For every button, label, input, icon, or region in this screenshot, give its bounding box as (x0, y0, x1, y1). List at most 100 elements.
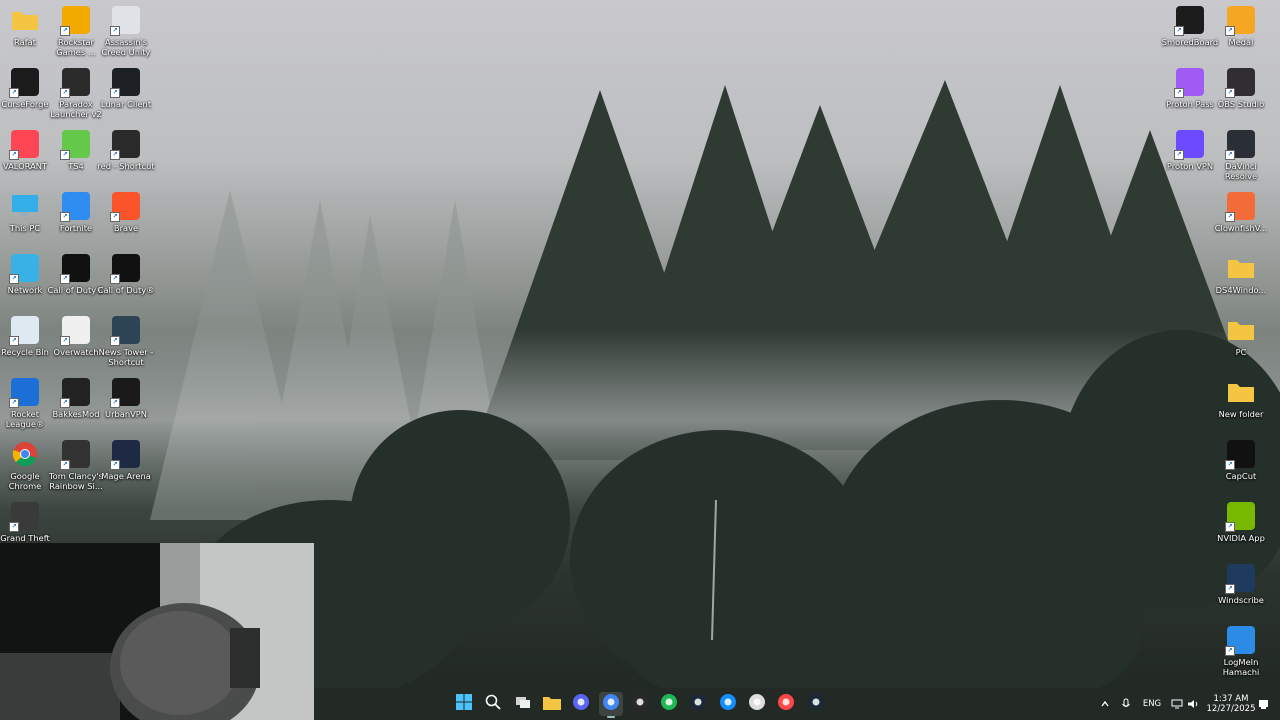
desktop-icon[interactable]: ↗ Proton Pass (1165, 64, 1215, 124)
desktop-icon-label: Proton Pass (1166, 99, 1214, 109)
desktop-icon[interactable]: PC (1216, 312, 1266, 372)
desktop-icon[interactable]: Rafat (0, 2, 50, 62)
hamachi-icon: ↗ (1225, 626, 1255, 656)
shortcut-arrow-icon: ↗ (110, 212, 120, 222)
epic-games-button[interactable] (628, 692, 652, 716)
discord-button[interactable] (569, 692, 593, 716)
desktop-icon[interactable]: ↗ ClownfishV... (1215, 188, 1267, 248)
desktop-icon[interactable]: ↗ Paradox Launcher v2 (50, 64, 102, 124)
battlenet-button[interactable] (716, 692, 740, 716)
desktop-icon[interactable]: New folder (1216, 374, 1266, 434)
shortcut-arrow-icon: ↗ (9, 150, 19, 160)
desktop-icon[interactable]: ↗ Medal (1216, 2, 1266, 62)
shortcut-arrow-icon: ↗ (60, 212, 70, 222)
desktop-icon[interactable]: ↗ Recycle Bin (0, 312, 50, 372)
desktop-icon[interactable]: ↗ Mage Arena (101, 436, 151, 496)
desktop-icon-label: Assassin's Creed Unity (101, 37, 151, 57)
desktop-icon[interactable]: ↗ Brave (101, 188, 151, 248)
desktop-icon[interactable]: ↗ Call of Duty® (48, 250, 104, 310)
desktop-icon[interactable]: ↗ NVIDIA App (1216, 498, 1266, 558)
shortcut-arrow-icon: ↗ (9, 522, 19, 532)
desktop-icon[interactable]: ↗ Call of Duty® (98, 250, 154, 310)
desktop-icon[interactable]: DS4Windo... (1216, 250, 1266, 310)
taskbar: ENG 1:37 AM 12/27/2025 (314, 688, 1280, 720)
chrome-icon (11, 440, 39, 468)
shortcut-arrow-icon: ↗ (1225, 26, 1235, 36)
desktop-icon[interactable]: ↗ Lunar Client (101, 64, 151, 124)
desktop-icon-label: Medal (1228, 37, 1254, 47)
chrome-button[interactable] (598, 692, 623, 718)
shortcut-arrow-icon: ↗ (60, 26, 70, 36)
gta-v-icon: ↗ (9, 502, 39, 532)
spotify-button[interactable] (657, 692, 681, 716)
desktop-icon-label: News Tower - Shortcut (98, 347, 154, 367)
desktop-icon[interactable]: ↗ Proton VPN (1165, 126, 1215, 186)
desktop-icon-label: LogMeIn Hamachi (1222, 657, 1260, 677)
file-explorer-button[interactable] (540, 692, 564, 716)
shortcut-arrow-icon: ↗ (110, 398, 120, 408)
desktop-icon[interactable]: ↗ Windscribe (1216, 560, 1266, 620)
desktop-icon[interactable]: This PC (0, 188, 50, 248)
shortcut-arrow-icon: ↗ (60, 336, 70, 346)
desktop-icon[interactable]: ↗ News Tower - Shortcut (99, 312, 153, 372)
desktop-icon[interactable]: ↗ CurseForge (0, 64, 50, 124)
steam-button-2[interactable] (804, 692, 828, 716)
search-icon (485, 694, 501, 714)
desktop-icon[interactable]: ↗ Assassin's Creed Unity (101, 2, 151, 62)
desktop-icon[interactable]: ↗ Rockstar Games ... (51, 2, 101, 62)
desktop-icon[interactable]: ↗ LogMeIn Hamachi (1216, 622, 1266, 682)
shortcut-arrow-icon: ↗ (9, 274, 19, 284)
steam-button[interactable] (686, 692, 710, 716)
desktop-icon[interactable]: ↗ BakkesMod (51, 374, 101, 434)
desktop-icon-label: CurseForge (1, 99, 49, 109)
shortcut-arrow-icon: ↗ (110, 150, 120, 160)
shortcut-arrow-icon: ↗ (1174, 26, 1184, 36)
desktop-icon[interactable]: ↗ CapCut (1216, 436, 1266, 496)
desktop-icon[interactable]: ↗ Tom Clancy's Rainbow Si... (49, 436, 103, 496)
desktop-icon[interactable]: ↗ red - Shortcut (97, 126, 155, 186)
medal-icon: ↗ (1225, 6, 1255, 36)
desktop-icon[interactable]: ↗ SmoredBoard (1162, 2, 1218, 62)
desktop-icon[interactable]: ↗ Network (0, 250, 50, 310)
ea-app-button[interactable] (774, 692, 798, 716)
clock[interactable]: 1:37 AM 12/27/2025 (1204, 688, 1258, 720)
proton-pass-icon: ↗ (1174, 68, 1204, 98)
microphone-icon[interactable] (1120, 688, 1132, 720)
folder-icon (1227, 378, 1255, 406)
desktop-icon[interactable]: ↗ Fortnite (51, 188, 101, 248)
app-button[interactable] (745, 692, 769, 716)
desktop-icon[interactable]: ↗ TS4 (51, 126, 101, 186)
shortcut-arrow-icon: ↗ (110, 88, 120, 98)
network-icon[interactable] (1170, 688, 1184, 720)
task-view-button[interactable] (511, 692, 535, 716)
shortcut-arrow-icon: ↗ (110, 26, 120, 36)
folder-icon (1227, 316, 1255, 344)
desktop-icon[interactable]: ↗ VALORANT (0, 126, 50, 186)
curseforge-icon: ↗ (9, 68, 39, 98)
shortcut-arrow-icon: ↗ (1225, 460, 1235, 470)
desktop-icon[interactable]: ↗ UrbanVPN (101, 374, 151, 434)
chrome-icon (602, 693, 620, 715)
language-indicator[interactable]: ENG (1140, 688, 1164, 720)
clownfish-icon: ↗ (1225, 192, 1255, 222)
show-hidden-icons-chevron-icon[interactable] (1099, 688, 1111, 720)
desktop-icon-label: Recycle Bin (1, 347, 49, 357)
windows-logo-icon (456, 694, 472, 714)
notifications-icon[interactable] (1256, 688, 1270, 720)
desktop-icon-label: Rocket League® (5, 409, 45, 429)
shortcut-arrow-icon: ↗ (1225, 88, 1235, 98)
volume-icon[interactable] (1186, 688, 1200, 720)
spotify-icon (660, 693, 678, 715)
desktop-icon[interactable]: ↗ Overwatch (51, 312, 101, 372)
desktop-icon[interactable]: Google Chrome (0, 436, 50, 496)
desktop-icon[interactable]: ↗ OBS Studio (1216, 64, 1266, 124)
desktop-icon[interactable]: ↗ Rocket League® (0, 374, 50, 434)
lunar-client-icon: ↗ (110, 68, 140, 98)
search-button[interactable] (481, 692, 505, 716)
desktop-icon-label: CapCut (1225, 471, 1257, 481)
start-button[interactable] (452, 692, 476, 716)
desktop-icon[interactable]: ↗ DaVinci Resolve (1216, 126, 1266, 186)
desktop-icon-label: UrbanVPN (105, 409, 147, 419)
valorant-icon: ↗ (9, 130, 39, 160)
clock-date: 12/27/2025 (1206, 704, 1256, 714)
